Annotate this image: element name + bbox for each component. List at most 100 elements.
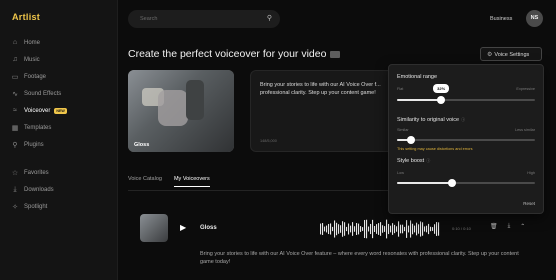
sidebar: Artlist ⌂ Home ♫ Music ▭ Footage ∿ Sound Eff… [0,0,118,280]
waveform-bar [344,222,346,236]
sidebar-item-plugins[interactable]: ⚲ Plugins [10,136,110,153]
templates-icon: ▦ [11,124,19,132]
sidebar-item-home[interactable]: ⌂ Home [10,34,110,51]
similarity-title: Similarity to original voice ⓘ [397,117,465,123]
info-icon[interactable]: ⓘ [461,117,465,122]
waveform-bar [406,220,408,238]
business-link[interactable]: Business [490,16,512,22]
artlist-logo[interactable]: Artlist [12,12,40,22]
voiceover-thumbnail [140,214,168,242]
sidebar-item-label: Downloads [24,186,54,193]
character-count: 148/5,000 [260,139,277,143]
waveform-bar [396,226,398,232]
waveform-bar [334,220,336,238]
sidebar-item-label: Templates [24,124,52,131]
emotional-range-slider[interactable]: 32% [397,84,535,104]
waveform-bar [384,226,386,232]
play-icon[interactable]: ▶ [180,223,186,232]
waveform-bar [404,226,406,232]
style-boost-handle[interactable] [448,179,457,187]
sidebar-item-templates[interactable]: ▦ Templates [10,119,110,136]
sidebar-item-label: Voiceover [24,107,51,114]
waveform-bar [326,225,328,233]
app-window: Artlist ⌂ Home ♫ Music ▭ Footage ∿ Sound Eff… [0,0,556,280]
waveform-bar [422,222,424,236]
sidebar-item-music[interactable]: ♫ Music [10,51,110,68]
sidebar-item-spotlight[interactable]: ✧ Spotlight [10,198,110,215]
sidebar-item-favorites[interactable]: ☆ Favorites [10,164,110,181]
sidebar-item-footage[interactable]: ▭ Footage [10,68,110,85]
style-boost-min-label: Low [397,171,404,175]
waveform-bar [398,221,400,237]
emotional-range-handle[interactable] [437,96,446,104]
sidebar-item-label: Spotlight [24,203,48,210]
style-boost-title-text: Style boost [397,158,425,164]
style-boost-slider[interactable] [397,179,535,187]
waveform-bar [380,222,382,236]
spotlight-icon: ✧ [12,203,18,211]
download-icon[interactable]: ⤓ [508,223,511,230]
similarity-handle[interactable] [406,136,415,144]
chevron-up-icon[interactable]: ⌃ [520,223,525,230]
voiceover-icon: ≈ [13,107,17,114]
search-placeholder: Search [140,16,158,22]
script-textarea[interactable]: Bring your stories to life with our AI V… [250,70,396,152]
tab-voice-catalog[interactable]: Voice Catalog [128,176,162,187]
waveform-bar [410,220,412,238]
waveform-bar [382,225,384,233]
waveform-bar [332,226,334,232]
settings-sliders-icon: ⚙ [487,52,493,58]
waveform-bar [402,224,404,234]
waveform-bar [420,221,422,237]
waveform-bar [386,219,388,239]
script-text[interactable]: Bring your stories to life with our AI V… [260,81,387,97]
style-boost-fill [397,182,453,184]
waveform-bar [360,226,362,232]
waveform-bar [356,223,358,235]
waveform-bar [434,224,436,234]
waveform-bar [330,223,332,235]
voice-settings-panel: Emotional range Flat Expressive 32% Simi… [388,64,544,214]
similarity-slider[interactable] [397,136,535,144]
waveform-bar [320,223,322,235]
reset-button[interactable]: Reset [523,201,535,206]
tab-my-voiceovers[interactable]: My Voiceovers [173,176,210,187]
search-input[interactable]: Search ⚲ [128,10,280,28]
thumbnail-detail [186,80,204,120]
waveform-bar [368,226,370,232]
search-icon[interactable]: ⚲ [267,14,272,22]
info-icon[interactable]: ⓘ [426,158,430,163]
sidebar-item-downloads[interactable]: ⤓ Downloads [10,181,110,198]
sound-effects-icon: ∿ [12,90,18,98]
sidebar-item-label: Footage [24,73,47,80]
voice-preview-thumbnail[interactable]: Gloss [128,70,234,152]
waveform-bar [408,225,410,233]
waveform-bar [438,222,440,236]
audio-waveform[interactable] [320,218,440,240]
tabs-divider [128,190,388,191]
voice-tabs: Voice Catalog My Voiceovers [128,176,210,187]
waveform-bar [362,227,364,231]
avatar[interactable]: NS [526,10,543,27]
waveform-bar [346,226,348,232]
waveform-bar [350,225,352,233]
waveform-bar [340,225,342,233]
voiceover-duration: 0:10 / 0:10 [452,226,471,231]
sidebar-item-sound-effects[interactable]: ∿ Sound Effects [10,85,110,102]
waveform-bar [372,219,374,239]
plugins-icon: ⚲ [12,141,18,149]
waveform-bar [428,223,430,235]
similarity-min-label: Similar [397,128,409,132]
sidebar-item-label: Sound Effects [24,90,62,97]
voice-settings-button[interactable]: ⚙ Voice Settings [480,47,542,61]
emotional-range-value: 32% [433,84,450,93]
sidebar-item-voiceover[interactable]: ≈ Voiceover NEW [10,102,110,119]
waveform-bar [416,222,418,236]
sidebar-item-label: Music [24,56,40,63]
waveform-bar [424,226,426,232]
delete-icon[interactable]: 🗑 [490,223,498,230]
waveform-bar [358,223,360,235]
waveform-bar [390,225,392,233]
waveform-bar [414,225,416,233]
download-icon: ⤓ [13,185,17,193]
